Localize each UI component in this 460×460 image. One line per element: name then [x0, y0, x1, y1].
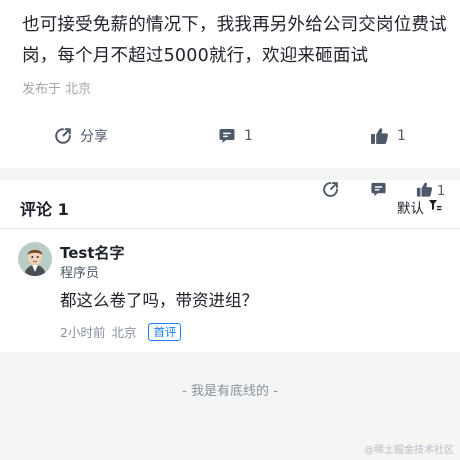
watermark: @稀土掘金技术社区: [364, 445, 454, 456]
comment-count: 1: [244, 128, 253, 144]
comments-title: 评论 1: [20, 200, 69, 219]
first-comment-badge: 首评: [148, 322, 182, 341]
thumbs-up-icon: [370, 127, 389, 145]
end-of-list-text: - 我是有底线的 -: [182, 384, 278, 399]
comment-button[interactable]: 1: [218, 118, 253, 154]
divider: [0, 228, 460, 229]
post-card: 也可接受免薪的情况下，我我再另外给公司交岗位费试岗，每个月不超过5000就行，欢…: [0, 0, 460, 168]
comment-reply-button[interactable]: [370, 180, 387, 202]
share-icon: [54, 127, 72, 145]
comment-location: 北京: [111, 325, 137, 340]
comment-icon: [218, 127, 236, 145]
comment-author-name[interactable]: Test名字: [60, 242, 125, 263]
like-count: 1: [397, 128, 406, 144]
comments-header: 评论 1 默认: [0, 180, 460, 228]
post-action-bar: 分享 1 1: [0, 118, 460, 154]
comment-author-role: 程序员: [60, 266, 100, 281]
comment-like-button[interactable]: 1: [416, 180, 445, 202]
thumbs-up-icon: [416, 181, 433, 202]
like-button[interactable]: 1: [370, 118, 406, 154]
share-button[interactable]: 分享: [54, 118, 108, 154]
comment-like-count: 1: [437, 183, 446, 199]
comments-section: 评论 1 默认 Test名字 程序员 都这么卷了吗，带资进组？ 2小时前 北京 …: [0, 180, 460, 352]
post-location: 发布于 北京: [22, 82, 92, 97]
share-icon: [322, 181, 339, 202]
share-label: 分享: [80, 129, 108, 145]
avatar[interactable]: [18, 242, 52, 276]
comment-meta: 2小时前 北京 首评: [60, 322, 182, 341]
comment-share-button[interactable]: [322, 180, 339, 202]
comment-icon: [370, 181, 387, 202]
comment-time: 2小时前: [60, 325, 106, 340]
comment-text: 都这么卷了吗，带资进组？: [60, 291, 258, 310]
post-content: 也可接受免薪的情况下，我我再另外给公司交岗位费试岗，每个月不超过5000就行，欢…: [22, 15, 447, 66]
